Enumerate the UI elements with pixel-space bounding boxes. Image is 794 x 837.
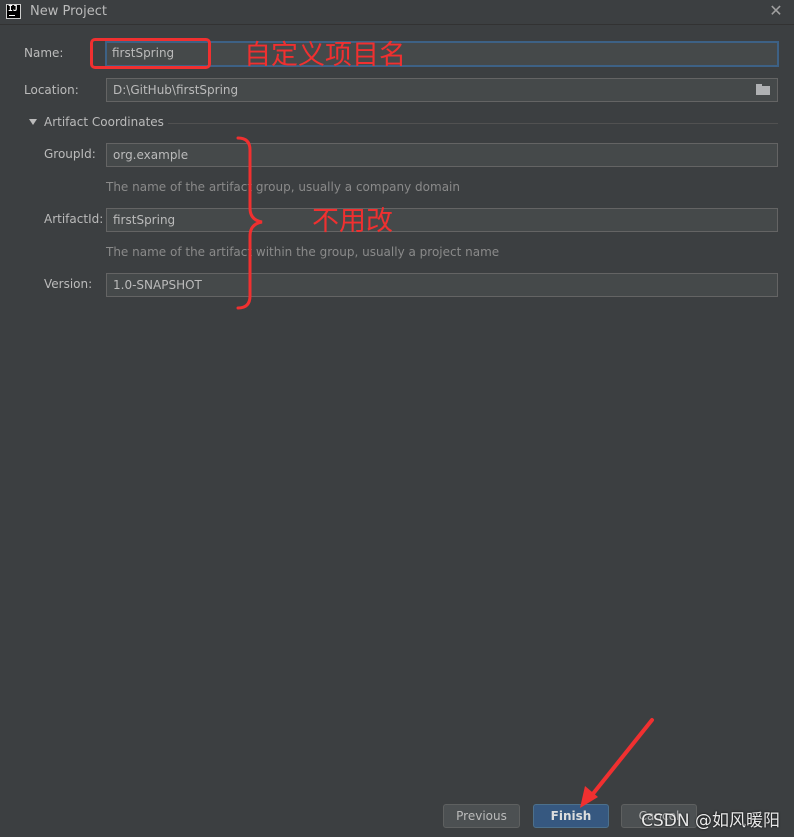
annotation-overlay xyxy=(236,136,654,808)
arrow-annotation xyxy=(586,718,654,802)
brace-annotation xyxy=(236,136,263,310)
watermark: CSDN @如风暖阳 xyxy=(641,811,780,831)
